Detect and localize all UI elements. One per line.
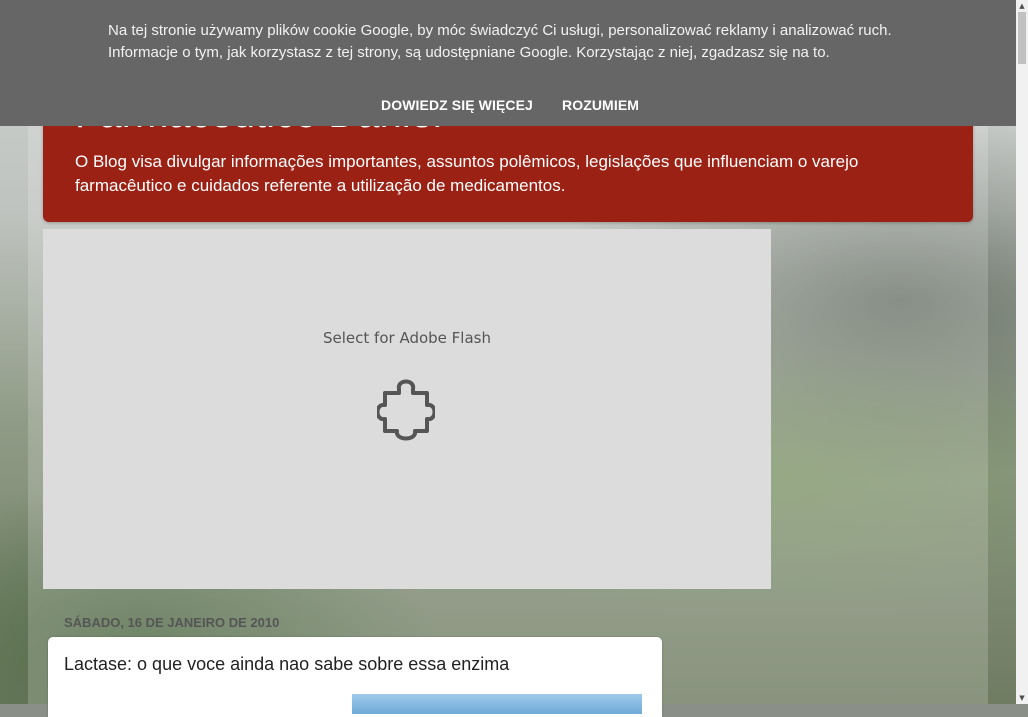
flash-plugin-label: Select for Adobe Flash [323, 329, 491, 347]
scroll-down-arrow-icon[interactable]: ▼ [1016, 692, 1028, 704]
flash-plugin-placeholder[interactable]: Select for Adobe Flash [43, 229, 771, 589]
post-title[interactable]: Lactase: o que voce ainda nao sabe sobre… [64, 654, 509, 675]
scroll-up-arrow-icon[interactable]: ▲ [1016, 0, 1028, 12]
accept-cookies-button[interactable]: ROZUMIEM [562, 97, 639, 113]
post-image[interactable] [352, 694, 642, 714]
puzzle-piece-icon [377, 379, 435, 441]
cookie-message: Na tej stronie używamy plików cookie Goo… [108, 22, 892, 61]
learn-more-button[interactable]: DOWIEDZ SIĘ WIĘCEJ [381, 97, 533, 113]
blog-description: O Blog visa divulgar informações importa… [75, 152, 859, 195]
cookie-banner: Na tej stronie używamy plików cookie Goo… [0, 0, 1016, 126]
scrollbar-thumb[interactable] [1018, 12, 1026, 64]
post-date: SÁBADO, 16 DE JANEIRO DE 2010 [64, 615, 280, 630]
vertical-scrollbar[interactable]: ▲ ▼ [1016, 0, 1028, 704]
